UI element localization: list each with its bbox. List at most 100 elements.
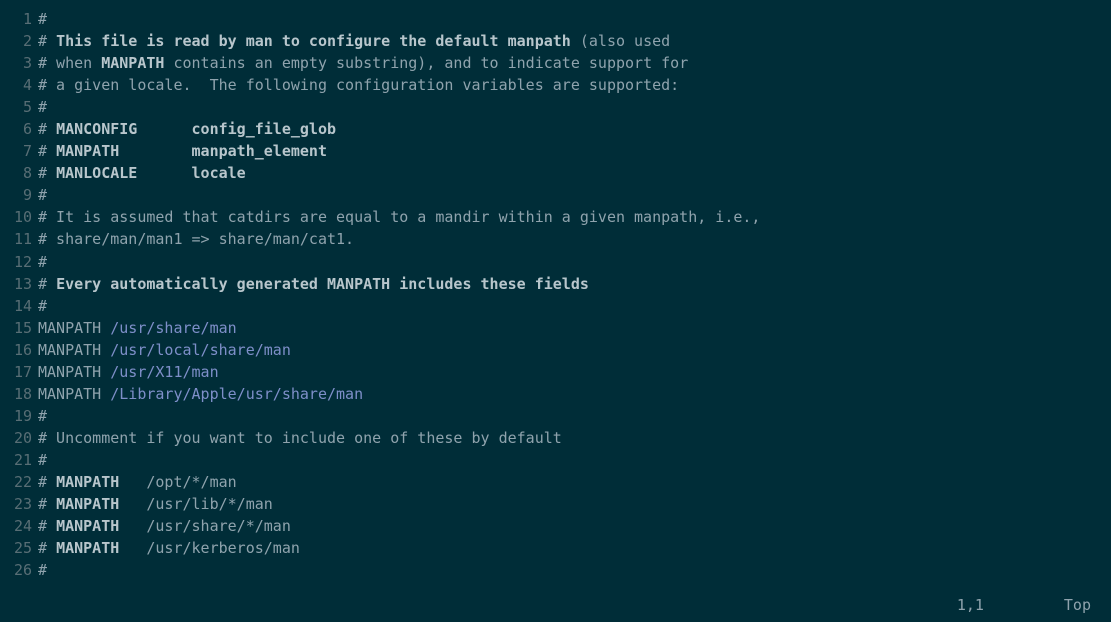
code-line[interactable]: 21# [0, 449, 1111, 471]
code-line[interactable]: 5# [0, 96, 1111, 118]
line-number: 4 [0, 74, 38, 96]
syntax-comment: # [38, 186, 47, 204]
code-line[interactable]: 19# [0, 405, 1111, 427]
syntax-comment: /usr/share/*/man [119, 517, 291, 535]
syntax-comment: # [38, 561, 47, 579]
syntax-comment-bold: MANPATH [56, 495, 119, 513]
line-content: MANPATH /usr/share/man [38, 317, 237, 339]
code-line[interactable]: 13# Every automatically generated MANPAT… [0, 273, 1111, 295]
line-number: 17 [0, 361, 38, 383]
syntax-comment-bold: MANPATH [56, 539, 119, 557]
line-number: 5 [0, 96, 38, 118]
line-number: 2 [0, 30, 38, 52]
syntax-comment: # [38, 297, 47, 315]
code-line[interactable]: 26# [0, 559, 1111, 581]
syntax-keyword: MANPATH [38, 385, 110, 403]
code-line[interactable]: 12# [0, 251, 1111, 273]
code-line[interactable]: 22# MANPATH /opt/*/man [0, 471, 1111, 493]
syntax-comment: # [38, 473, 56, 491]
status-bar: 1,1 Top [957, 594, 1111, 616]
line-number: 15 [0, 317, 38, 339]
syntax-comment: # [38, 275, 56, 293]
syntax-comment [137, 164, 191, 182]
code-line[interactable]: 20# Uncomment if you want to include one… [0, 427, 1111, 449]
line-content: # This file is read by man to configure … [38, 30, 670, 52]
scroll-indicator: Top [1064, 594, 1091, 616]
line-number: 10 [0, 206, 38, 228]
code-line[interactable]: 14# [0, 295, 1111, 317]
code-line[interactable]: 11# share/man/man1 => share/man/cat1. [0, 228, 1111, 250]
line-number: 12 [0, 251, 38, 273]
line-content: # [38, 96, 47, 118]
syntax-comment [119, 142, 191, 160]
syntax-comment: # [38, 517, 56, 535]
line-content: # share/man/man1 => share/man/cat1. [38, 228, 354, 250]
line-number: 7 [0, 140, 38, 162]
code-line[interactable]: 4# a given locale. The following configu… [0, 74, 1111, 96]
line-content: # Uncomment if you want to include one o… [38, 427, 562, 449]
code-line[interactable]: 1# [0, 8, 1111, 30]
code-line[interactable]: 2# This file is read by man to configure… [0, 30, 1111, 52]
syntax-keyword: MANPATH [38, 341, 110, 359]
syntax-comment: # [38, 451, 47, 469]
code-line[interactable]: 3# when MANPATH contains an empty substr… [0, 52, 1111, 74]
syntax-comment: # [38, 142, 56, 160]
code-line[interactable]: 16MANPATH /usr/local/share/man [0, 339, 1111, 361]
line-content: # MANPATH manpath_element [38, 140, 327, 162]
line-number: 6 [0, 118, 38, 140]
line-content: MANPATH /Library/Apple/usr/share/man [38, 383, 363, 405]
line-content: # [38, 295, 47, 317]
syntax-comment-bold: manpath_element [192, 142, 327, 160]
syntax-comment-bold: Every automatically generated MANPATH in… [56, 275, 589, 293]
syntax-comment: # a given locale. The following configur… [38, 76, 679, 94]
line-content: # MANCONFIG config_file_glob [38, 118, 336, 140]
line-content: # It is assumed that catdirs are equal t… [38, 206, 760, 228]
line-content: MANPATH /usr/local/share/man [38, 339, 291, 361]
syntax-path: /Library/Apple/usr/share/man [110, 385, 363, 403]
line-number: 13 [0, 273, 38, 295]
line-content: # [38, 449, 47, 471]
line-number: 25 [0, 537, 38, 559]
syntax-keyword: MANPATH [38, 363, 110, 381]
syntax-comment: # [38, 495, 56, 513]
editor-viewport[interactable]: 1#2# This file is read by man to configu… [0, 0, 1111, 581]
code-line[interactable]: 23# MANPATH /usr/lib/*/man [0, 493, 1111, 515]
code-line[interactable]: 7# MANPATH manpath_element [0, 140, 1111, 162]
syntax-keyword: MANPATH [38, 319, 110, 337]
line-number: 20 [0, 427, 38, 449]
code-line[interactable]: 10# It is assumed that catdirs are equal… [0, 206, 1111, 228]
code-line[interactable]: 18MANPATH /Library/Apple/usr/share/man [0, 383, 1111, 405]
syntax-comment-bold: This file is read by man to configure th… [56, 32, 580, 50]
line-content: # a given locale. The following configur… [38, 74, 679, 96]
cursor-position: 1,1 [957, 594, 984, 616]
syntax-comment: # [38, 32, 56, 50]
line-content: # when MANPATH contains an empty substri… [38, 52, 688, 74]
syntax-comment-bold: MANPATH [56, 473, 119, 491]
line-content: MANPATH /usr/X11/man [38, 361, 219, 383]
syntax-comment: # [38, 98, 47, 116]
line-content: # MANLOCALE locale [38, 162, 246, 184]
syntax-comment: /usr/kerberos/man [119, 539, 300, 557]
syntax-comment-bold: MANPATH [56, 517, 119, 535]
syntax-comment: # share/man/man1 => share/man/cat1. [38, 230, 354, 248]
syntax-comment: # Uncomment if you want to include one o… [38, 429, 562, 447]
syntax-comment [137, 120, 191, 138]
code-line[interactable]: 15MANPATH /usr/share/man [0, 317, 1111, 339]
syntax-path: /usr/share/man [110, 319, 236, 337]
line-content: # [38, 559, 47, 581]
code-line[interactable]: 24# MANPATH /usr/share/*/man [0, 515, 1111, 537]
line-number: 21 [0, 449, 38, 471]
syntax-comment-bold: locale [192, 164, 246, 182]
code-line[interactable]: 25# MANPATH /usr/kerberos/man [0, 537, 1111, 559]
syntax-comment: /opt/*/man [119, 473, 236, 491]
code-line[interactable]: 17MANPATH /usr/X11/man [0, 361, 1111, 383]
line-number: 3 [0, 52, 38, 74]
syntax-comment-bold: MANLOCALE [56, 164, 137, 182]
line-content: # MANPATH /opt/*/man [38, 471, 237, 493]
line-content: # [38, 251, 47, 273]
code-line[interactable]: 9# [0, 184, 1111, 206]
line-number: 24 [0, 515, 38, 537]
code-line[interactable]: 6# MANCONFIG config_file_glob [0, 118, 1111, 140]
code-line[interactable]: 8# MANLOCALE locale [0, 162, 1111, 184]
line-content: # MANPATH /usr/lib/*/man [38, 493, 273, 515]
